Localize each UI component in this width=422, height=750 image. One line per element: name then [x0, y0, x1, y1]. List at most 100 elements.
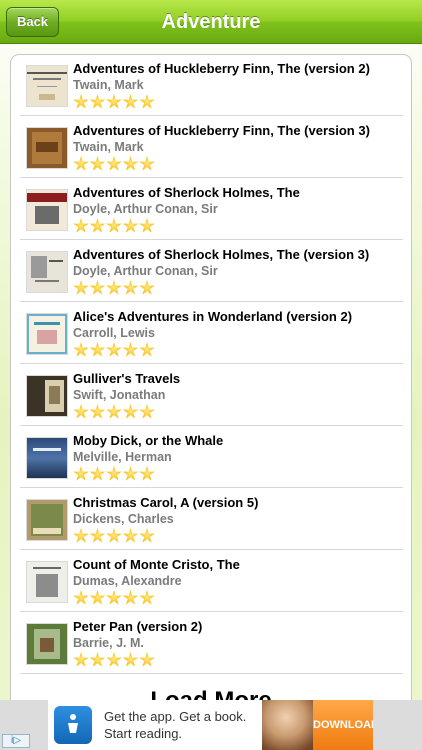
- star-icon: [89, 404, 106, 419]
- ad-line-2: Start reading.: [104, 726, 183, 741]
- book-cover-image: [27, 438, 67, 478]
- star-icon: [89, 590, 106, 605]
- star-icon: [106, 528, 122, 543]
- star-icon: [122, 652, 139, 667]
- star-icon: [89, 528, 106, 543]
- download-button[interactable]: DOWNLOAD: [313, 700, 373, 750]
- star-icon: [139, 528, 155, 543]
- rating-stars: [73, 342, 156, 360]
- star-icon: [139, 652, 155, 667]
- book-title: Peter Pan (version 2): [73, 619, 203, 634]
- rating-stars: [73, 528, 156, 546]
- book-title: Adventures of Sherlock Holmes, The (vers…: [73, 247, 370, 262]
- star-icon: [106, 94, 122, 109]
- page-title: Adventure: [161, 11, 261, 33]
- rating-stars: [73, 466, 156, 484]
- book-author: Dickens, Charles: [73, 512, 174, 526]
- nav-bar: Back Adventure: [0, 0, 422, 44]
- star-icon: [106, 280, 122, 295]
- rating-stars: [73, 94, 156, 112]
- star-icon: [73, 156, 89, 171]
- book-row[interactable]: Gulliver's Travels Swift, Jonathan: [20, 365, 403, 426]
- book-list: Adventures of Huckleberry Finn, The (ver…: [10, 54, 412, 714]
- rating-stars: [73, 156, 156, 174]
- star-icon: [73, 342, 89, 357]
- star-icon: [106, 404, 122, 419]
- rating-stars: [73, 652, 156, 670]
- star-icon: [122, 218, 139, 233]
- book-title: Adventures of Huckleberry Finn, The (ver…: [73, 61, 370, 76]
- star-icon: [73, 218, 89, 233]
- star-icon: [122, 404, 139, 419]
- book-row[interactable]: Count of Monte Cristo, The Dumas, Alexan…: [20, 551, 403, 612]
- book-row[interactable]: Christmas Carol, A (version 5) Dickens, …: [20, 489, 403, 550]
- book-title: Moby Dick, or the Whale: [73, 433, 224, 448]
- ad-line-1: Get the app. Get a book.: [104, 709, 247, 724]
- star-icon: [122, 528, 139, 543]
- book-author: Barrie, J. M.: [73, 636, 144, 650]
- star-icon: [139, 94, 155, 109]
- star-icon: [122, 280, 139, 295]
- star-icon: [73, 280, 89, 295]
- book-cover-image: [27, 562, 67, 602]
- rating-stars: [73, 590, 156, 608]
- book-title: Gulliver's Travels: [73, 371, 181, 386]
- kindle-reader-icon: [54, 706, 92, 744]
- star-icon: [106, 466, 122, 481]
- book-author: Melville, Herman: [73, 450, 172, 464]
- book-cover-image: [27, 500, 67, 540]
- star-icon: [73, 652, 89, 667]
- star-icon: [73, 528, 89, 543]
- star-icon: [89, 94, 106, 109]
- rating-stars: [73, 404, 156, 422]
- book-cover-image: [27, 314, 67, 354]
- book-cover-image: [27, 624, 67, 664]
- book-row[interactable]: Moby Dick, or the Whale Melville, Herman: [20, 427, 403, 488]
- book-title: Count of Monte Cristo, The: [73, 557, 240, 572]
- book-author: Carroll, Lewis: [73, 326, 155, 340]
- book-author: Twain, Mark: [73, 78, 144, 92]
- star-icon: [89, 652, 106, 667]
- star-icon: [73, 466, 89, 481]
- star-icon: [139, 156, 155, 171]
- star-icon: [139, 342, 155, 357]
- star-icon: [106, 156, 122, 171]
- book-row[interactable]: Adventures of Huckleberry Finn, The (ver…: [20, 117, 403, 178]
- star-icon: [139, 404, 155, 419]
- star-icon: [122, 466, 139, 481]
- book-author: Doyle, Arthur Conan, Sir: [73, 202, 218, 216]
- book-cover-image: [27, 252, 67, 292]
- star-icon: [122, 342, 139, 357]
- ad-content[interactable]: Get the app. Get a book. Start reading. …: [48, 700, 373, 750]
- book-title: Adventures of Sherlock Holmes, The: [73, 185, 300, 200]
- ad-banner[interactable]: Get the app. Get a book. Start reading. …: [0, 700, 422, 750]
- rating-stars: [73, 218, 156, 236]
- rating-stars: [73, 280, 156, 298]
- book-author: Twain, Mark: [73, 140, 144, 154]
- star-icon: [122, 156, 139, 171]
- star-icon: [73, 94, 89, 109]
- star-icon: [89, 466, 106, 481]
- star-icon: [122, 94, 139, 109]
- star-icon: [73, 404, 89, 419]
- star-icon: [89, 218, 106, 233]
- star-icon: [73, 590, 89, 605]
- book-row[interactable]: Adventures of Sherlock Holmes, The (vers…: [20, 241, 403, 302]
- book-cover-image: [27, 66, 67, 106]
- book-row[interactable]: Alice's Adventures in Wonderland (versio…: [20, 303, 403, 364]
- book-row[interactable]: Adventures of Sherlock Holmes, The Doyle…: [20, 179, 403, 240]
- book-title: Christmas Carol, A (version 5): [73, 495, 259, 510]
- star-icon: [106, 652, 122, 667]
- book-cover-image: [27, 190, 67, 230]
- book-cover-image: [27, 376, 67, 416]
- book-row[interactable]: Adventures of Huckleberry Finn, The (ver…: [20, 55, 403, 116]
- star-icon: [106, 218, 122, 233]
- book-title: Alice's Adventures in Wonderland (versio…: [73, 309, 353, 324]
- star-icon: [89, 342, 106, 357]
- star-icon: [139, 280, 155, 295]
- book-title: Adventures of Huckleberry Finn, The (ver…: [73, 123, 370, 138]
- adchoices-icon[interactable]: i▷: [2, 734, 30, 748]
- book-author: Dumas, Alexandre: [73, 574, 182, 588]
- star-icon: [139, 218, 155, 233]
- book-row[interactable]: Peter Pan (version 2) Barrie, J. M.: [20, 613, 403, 674]
